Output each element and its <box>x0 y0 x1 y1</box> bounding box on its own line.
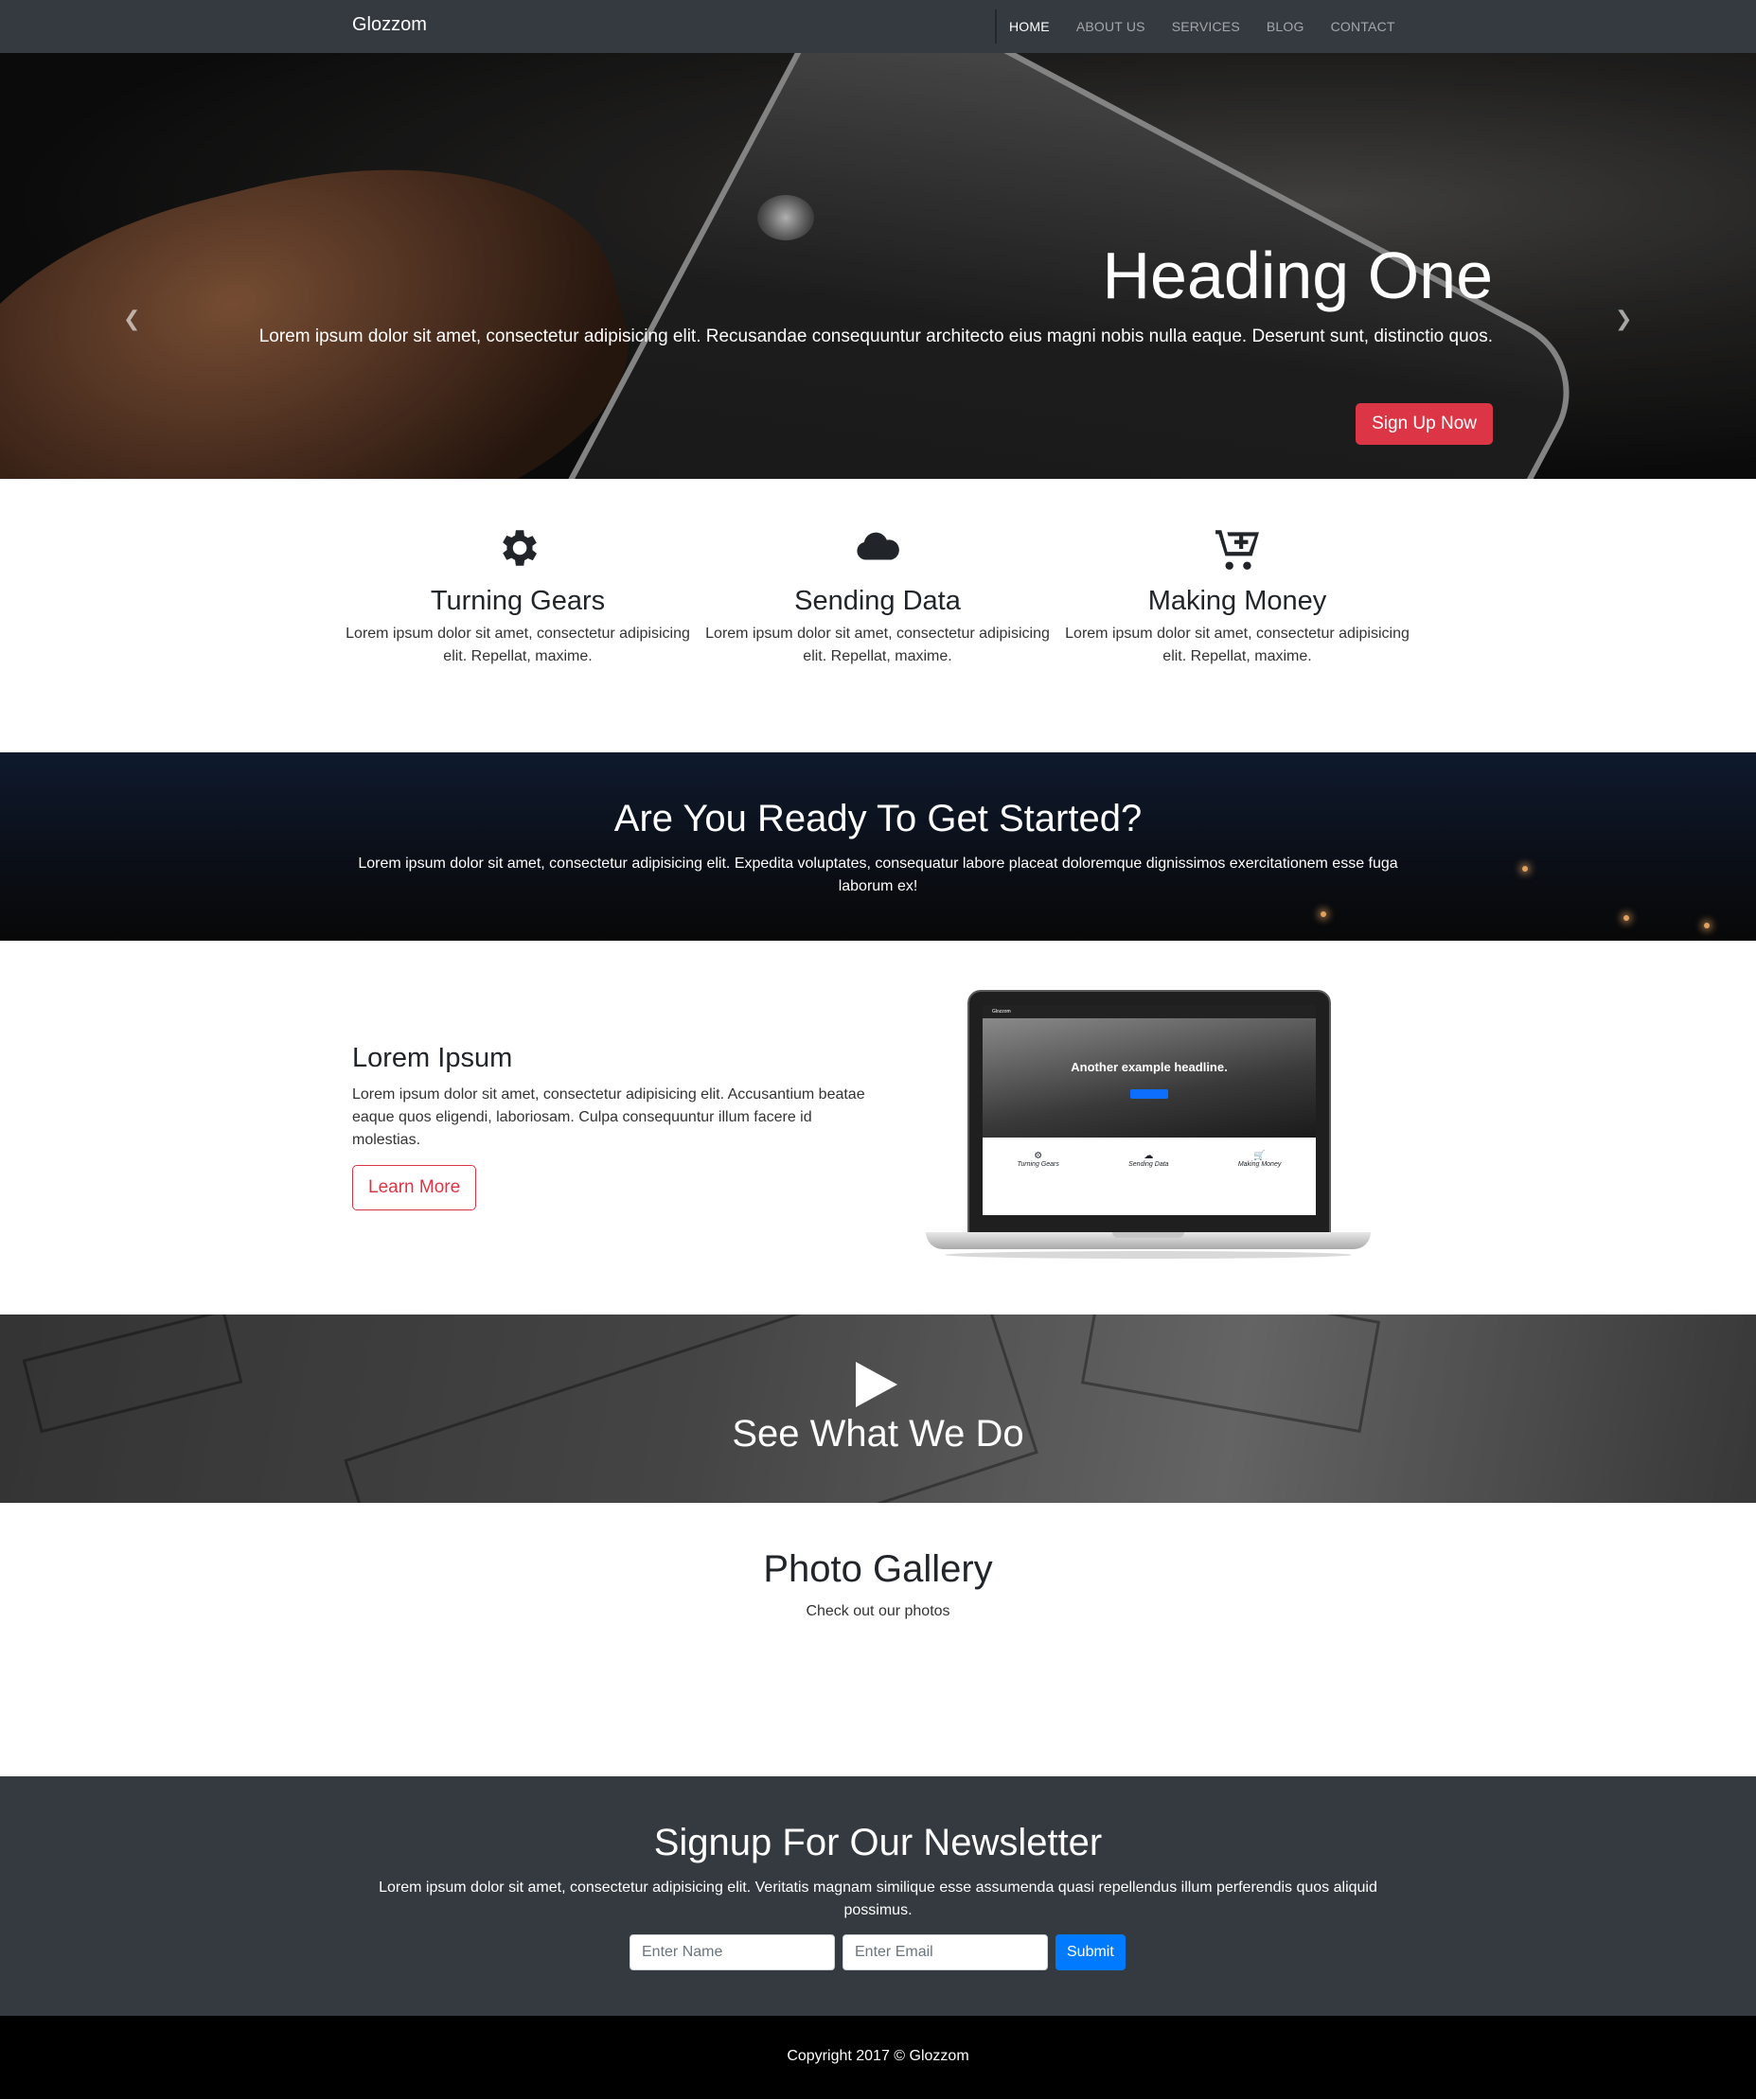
get-started-title: Are You Ready To Get Started? <box>613 798 1143 839</box>
nav-item-services[interactable]: SERVICES <box>1172 19 1240 34</box>
cloud-icon: ☁ <box>1144 1151 1154 1161</box>
feature-title: Making Money <box>1147 586 1327 616</box>
feature-turning-gears: Turning Gears Lorem ipsum dolor sit amet… <box>338 524 698 668</box>
newsletter-title: Signup For Our Newsletter <box>653 1822 1103 1863</box>
feature-text: Lorem ipsum dolor sit amet, consectetur … <box>346 626 690 664</box>
play-icon[interactable] <box>856 1362 897 1407</box>
video-section: See What We Do <box>0 1315 1756 1503</box>
carousel-caption: Heading One Lorem ipsum dolor sit amet, … <box>243 242 1493 351</box>
nav-item-about-us[interactable]: ABOUT US <box>1076 19 1145 34</box>
feature-title: Turning Gears <box>430 586 606 616</box>
info-text: Lorem ipsum dolor sit amet, consectetur … <box>352 1086 865 1148</box>
name-input[interactable] <box>630 1934 835 1970</box>
sign-up-button[interactable]: Sign Up Now <box>1356 403 1493 445</box>
cloud-icon <box>857 532 899 560</box>
learn-more-button[interactable]: Learn More <box>352 1165 477 1210</box>
hero-title: Heading One <box>1102 238 1493 312</box>
nav-item-blog[interactable]: BLOG <box>1267 19 1304 34</box>
newsletter-text: Lorem ipsum dolor sit amet, consectetur … <box>379 1879 1377 1918</box>
night-light <box>1623 915 1629 921</box>
hero-text: Lorem ipsum dolor sit amet, consectetur … <box>258 326 1493 346</box>
brand-logo[interactable]: Glozzom <box>352 14 427 36</box>
features-section: Turning Gears Lorem ipsum dolor sit amet… <box>0 479 1756 752</box>
info-section: Lorem Ipsum Lorem ipsum dolor sit amet, … <box>0 941 1756 1315</box>
nav-divider <box>995 9 997 44</box>
night-light <box>1704 923 1710 928</box>
gear-icon: ⚙ <box>1034 1151 1043 1161</box>
feature-text: Lorem ipsum dolor sit amet, consectetur … <box>705 626 1050 664</box>
video-title: See What We Do <box>732 1413 1024 1455</box>
email-input[interactable] <box>843 1934 1048 1970</box>
carousel-next-icon[interactable]: ❯ <box>1615 307 1634 330</box>
navbar: Glozzom HOME ABOUT US SERVICES BLOG CONT… <box>0 0 1756 53</box>
nav-item-contact[interactable]: CONTACT <box>1331 19 1395 34</box>
laptop-image: Glozzom Another example headline. ⚙ Turni… <box>926 990 1371 1264</box>
newsletter-form: Submit <box>630 1934 1126 1970</box>
footer: Copyright 2017 © Glozzom <box>0 2016 1756 2099</box>
laptop-screen: Glozzom Another example headline. ⚙ Turni… <box>983 1005 1316 1215</box>
hero-carousel: ❮ ❯ Heading One Lorem ipsum dolor sit am… <box>0 53 1756 479</box>
cart-icon: 🛒 <box>1253 1151 1266 1161</box>
feature-making-money: Making Money Lorem ipsum dolor sit amet,… <box>1057 524 1417 668</box>
info-title: Lorem Ipsum <box>352 1043 513 1073</box>
night-light <box>1522 866 1528 872</box>
newsletter-section: Signup For Our Newsletter Lorem ipsum do… <box>0 1776 1756 2016</box>
submit-button[interactable]: Submit <box>1055 1934 1126 1970</box>
gallery-title: Photo Gallery <box>763 1548 993 1590</box>
nav-item-home[interactable]: HOME <box>1009 19 1050 34</box>
carousel-prev-icon[interactable]: ❮ <box>123 307 142 330</box>
get-started-section: Are You Ready To Get Started? Lorem ipsu… <box>0 752 1756 941</box>
gallery-subtitle: Check out our photos <box>806 1603 950 1619</box>
nav-menu: HOME ABOUT US SERVICES BLOG CONTACT <box>1009 0 1422 53</box>
get-started-text: Lorem ipsum dolor sit amet, consectetur … <box>358 856 1398 894</box>
night-light <box>1321 911 1326 917</box>
gear-icon <box>503 530 537 566</box>
copyright-text: Copyright 2017 © Glozzom <box>787 2048 969 2064</box>
feature-title: Sending Data <box>794 586 961 616</box>
cart-plus-icon <box>1215 530 1259 570</box>
feature-text: Lorem ipsum dolor sit amet, consectetur … <box>1065 626 1410 664</box>
feature-sending-data: Sending Data Lorem ipsum dolor sit amet,… <box>698 524 1057 668</box>
photo-gallery-section: Photo Gallery Check out our photos <box>0 1503 1756 1776</box>
